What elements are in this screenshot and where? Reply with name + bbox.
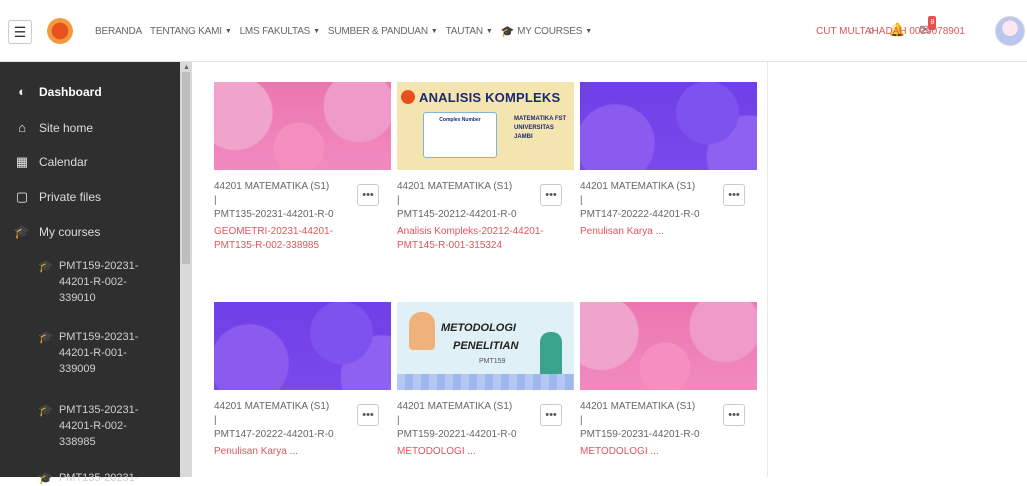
course-card[interactable]: 44201 MATEMATIKA (S1) | PMT147-20222-44201… [214,302,391,459]
course-card[interactable]: 44201 MATEMATIKA (S1) | PMT159-20231-44201… [580,302,757,459]
file-icon: ▢ [15,189,29,204]
course-card[interactable]: 44201 MATEMATIKA (S1) | PMT147-20222-44201… [580,82,757,239]
sidebar: ◐ Dashboard ⌂ Site home ▦ Calendar ▢ Pri… [0,62,192,485]
top-navbar: ☰ BERANDA TENTANG KAMI ▼ LMS FAKULTAS ▼ SU… [0,0,1027,62]
graduation-cap-icon: 🎓 [13,224,31,239]
sidebar-item-calendar[interactable]: ▦ Calendar [13,154,88,170]
chevron-down-icon: ▼ [224,28,232,35]
course-menu-button[interactable]: ••• [723,404,745,426]
cover-floor [397,374,574,390]
course-card[interactable]: METODOLOGI PENELITIAN PMT159 44201 MATEM… [397,302,574,459]
course-overview: 44201 MATEMATIKA (S1) | PMT135-20231-44201… [201,62,768,477]
course-name-link[interactable]: Penulisan Karya ... [580,225,730,239]
cover-title: PENELITIAN [453,340,519,352]
graduation-cap-icon: 🎓 [38,330,53,344]
course-cover-image[interactable]: ANALISIS KOMPLEKS Complex Number MATEMAT… [397,82,574,170]
graduation-cap-icon: 🎓 [38,403,53,417]
sidebar-item-private-files[interactable]: ▢ Private files [13,189,101,205]
main-nav: BERANDA TENTANG KAMI ▼ LMS FAKULTAS ▼ SUMB… [95,25,592,38]
sidebar-course-item[interactable]: 🎓 PMT159-20231- 44201-R-002- 339010 [38,258,138,306]
hamburger-icon: ☰ [13,23,27,40]
course-category: 44201 MATEMATIKA (S1) | PMT147-20222-44201… [580,181,700,220]
course-name-link[interactable]: Penulisan Karya ... [214,445,364,459]
chevron-down-icon: ▼ [485,28,493,35]
course-category: 44201 MATEMATIKA (S1) | PMT147-20222-44201… [214,401,334,440]
cover-subtitle: PMT159 [479,358,506,365]
site-logo[interactable] [47,18,73,44]
sidebar-course-item[interactable]: 🎓 PMT135-20231- 44201-R-002- 338985 [38,402,138,450]
nav-sumber-panduan[interactable]: SUMBER & PANDUAN ▼ [328,25,438,38]
chevron-down-icon: ▼ [313,28,320,35]
course-category: 44201 MATEMATIKA (S1) | PMT159-20221-44201… [397,401,517,440]
course-cover-image[interactable] [214,302,391,390]
course-category: 44201 MATEMATIKA (S1) | PMT159-20231-44201… [580,401,700,440]
cover-subtitle: MATEMATIKA FST UNIVERSITAS JAMBI [514,116,567,140]
scroll-up-icon[interactable]: ▲ [183,64,190,71]
chevron-down-icon: ▼ [585,28,592,35]
course-menu-button[interactable]: ••• [357,404,379,426]
scrollbar-thumb[interactable] [182,72,190,264]
sidebar-course-item[interactable]: 🎓 PMT135-20231- [38,470,138,486]
course-cover-image[interactable] [214,82,391,170]
course-menu-button[interactable]: ••• [540,404,562,426]
nav-beranda[interactable]: BERANDA [95,25,142,38]
course-menu-button[interactable]: ••• [540,184,562,206]
graduation-cap-icon: 🎓 [500,26,515,38]
course-cover-image[interactable] [580,82,757,170]
dashboard-icon: ◐ [18,84,26,99]
avatar[interactable] [995,16,1025,46]
sidebar-item-my-courses[interactable]: 🎓 My courses [13,224,100,240]
nav-tautan[interactable]: TAUTAN ▼ [446,25,493,38]
sidebar-item-dashboard[interactable]: ◐ Dashboard [13,84,102,99]
university-logo-icon [401,90,415,104]
course-name-link[interactable]: METODOLOGI ... [397,445,547,459]
graduation-cap-icon: 🎓 [38,471,53,485]
home-icon: ⌂ [18,120,26,135]
course-cover-image[interactable]: METODOLOGI PENELITIAN PMT159 [397,302,574,390]
course-name-link[interactable]: Analisis Kompleks-20212-44201-PMT145-R-0… [397,225,547,253]
user-name[interactable]: CUT MULTAHADAH 0020078901 [816,26,965,37]
course-category: 44201 MATEMATIKA (S1) | PMT145-20212-44201… [397,181,517,220]
course-card[interactable]: ANALISIS KOMPLEKS Complex Number MATEMAT… [397,82,574,253]
cover-title: ANALISIS KOMPLEKS [419,90,561,105]
nav-lms-fakultas[interactable]: LMS FAKULTAS ▼ [240,25,321,38]
course-menu-button[interactable]: ••• [357,184,379,206]
cover-title: METODOLOGI [441,322,516,334]
calendar-icon: ▦ [15,154,29,169]
nav-tentang-kami[interactable]: TENTANG KAMI ▼ [150,25,232,38]
sidebar-item-site-home[interactable]: ⌂ Site home [13,120,93,135]
cover-board: Complex Number [423,112,497,158]
illustration-figure [409,312,435,350]
graduation-cap-icon: 🎓 [38,259,53,273]
course-name-link[interactable]: GEOMETRI-20231-44201-PMT135-R-002-338985 [214,225,364,253]
sidebar-course-item[interactable]: 🎓 PMT159-20231- 44201-R-001- 339009 [38,329,138,377]
course-name-link[interactable]: METODOLOGI ... [580,445,730,459]
course-category: 44201 MATEMATIKA (S1) | PMT135-20231-44201… [214,181,334,220]
menu-toggle-button[interactable]: ☰ [8,20,32,44]
course-card[interactable]: 44201 MATEMATIKA (S1) | PMT135-20231-44201… [214,82,391,253]
course-cover-image[interactable] [580,302,757,390]
chevron-down-icon: ▼ [430,28,438,35]
nav-my-courses[interactable]: 🎓 MY COURSES ▼ [501,25,592,38]
course-menu-button[interactable]: ••• [723,184,745,206]
